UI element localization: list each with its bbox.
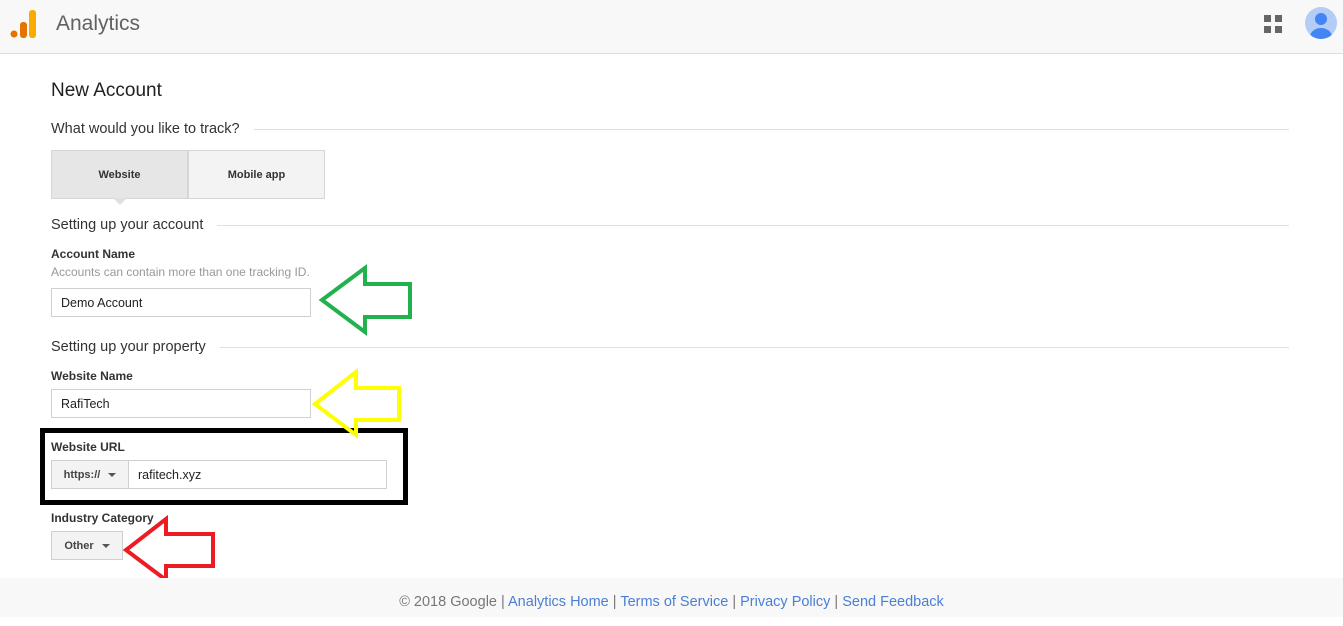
privacy-link[interactable]: Privacy Policy	[740, 594, 830, 610]
copyright: © 2018 Google	[399, 594, 497, 610]
red-arrow-annotation	[122, 514, 215, 584]
green-arrow-annotation	[318, 264, 412, 336]
annotation-arrows	[122, 264, 412, 584]
terms-link[interactable]: Terms of Service	[620, 594, 728, 610]
footer: © 2018 Google | Analytics Home | Terms o…	[0, 578, 1343, 617]
feedback-link[interactable]: Send Feedback	[842, 594, 944, 610]
analytics-home-link[interactable]: Analytics Home	[508, 594, 609, 610]
yellow-arrow-annotation	[311, 367, 401, 440]
